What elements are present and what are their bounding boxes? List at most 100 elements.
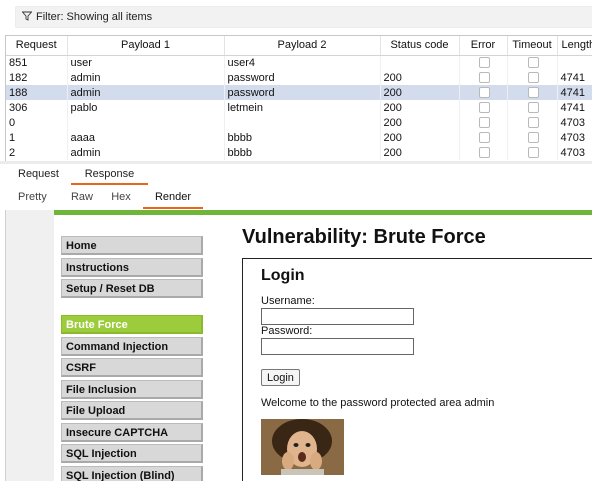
- filter-box[interactable]: Filter: Showing all items: [15, 6, 592, 28]
- cell-payload1: admin: [67, 70, 225, 85]
- menu-item-csrf[interactable]: CSRF: [61, 358, 203, 377]
- error-checkbox[interactable]: [479, 72, 490, 84]
- menu-item-home[interactable]: Home: [61, 236, 203, 255]
- cell-status: 200: [380, 145, 460, 160]
- column-header-timeout[interactable]: Timeout: [507, 36, 558, 56]
- timeout-checkbox[interactable]: [528, 72, 539, 84]
- tab-pretty[interactable]: Pretty: [18, 188, 52, 209]
- table-row[interactable]: 0 200 4703: [6, 115, 592, 130]
- timeout-checkbox[interactable]: [528, 102, 539, 114]
- timeout-checkbox[interactable]: [528, 87, 539, 99]
- cell-payload2: letmein: [224, 100, 381, 115]
- dvwa-header-bar: [54, 210, 592, 215]
- cell-payload2: password: [224, 70, 381, 85]
- cell-payload1: admin: [67, 85, 225, 100]
- user-avatar-image: [261, 419, 344, 475]
- cell-length: 4703: [557, 115, 592, 130]
- cell-payload2: bbbb: [224, 130, 381, 145]
- column-header-length[interactable]: Length: [557, 36, 592, 56]
- login-button[interactable]: Login: [261, 369, 300, 386]
- menu-item-file-upload[interactable]: File Upload: [61, 401, 203, 420]
- page-title: Vulnerability: Brute Force: [242, 226, 486, 248]
- welcome-message: Welcome to the password protected area a…: [261, 397, 495, 409]
- column-header-request[interactable]: Request: [6, 36, 68, 56]
- cell-payload1: admin: [67, 145, 225, 160]
- cell-payload2: [224, 115, 381, 130]
- cell-request: 0: [6, 115, 68, 130]
- password-label: Password:: [261, 325, 313, 337]
- menu-item-setup[interactable]: Setup / Reset DB: [61, 279, 203, 298]
- cell-payload1: aaaa: [67, 130, 225, 145]
- menu-item-command-injection[interactable]: Command Injection: [61, 337, 203, 356]
- cell-length: 4703: [557, 130, 592, 145]
- error-checkbox[interactable]: [479, 132, 490, 144]
- error-checkbox[interactable]: [479, 87, 490, 99]
- cell-request: 2: [6, 145, 68, 160]
- column-header-payload1[interactable]: Payload 1: [67, 36, 225, 56]
- column-header-error[interactable]: Error: [459, 36, 508, 56]
- timeout-checkbox[interactable]: [528, 147, 539, 159]
- timeout-checkbox[interactable]: [528, 117, 539, 129]
- menu-item-sql-injection[interactable]: SQL Injection: [61, 444, 203, 463]
- cell-request: 306: [6, 100, 68, 115]
- cell-length: 4741: [557, 85, 592, 100]
- cell-status: 200: [380, 115, 460, 130]
- tab-response[interactable]: Response: [71, 165, 148, 185]
- tab-raw[interactable]: Raw: [67, 188, 97, 209]
- table-row[interactable]: 182 admin password 200 4741: [6, 70, 592, 85]
- timeout-checkbox[interactable]: [528, 132, 539, 144]
- cell-payload2: bbbb: [224, 145, 381, 160]
- error-checkbox[interactable]: [479, 57, 490, 69]
- column-header-payload2[interactable]: Payload 2: [224, 36, 381, 56]
- pane-divider[interactable]: [0, 161, 592, 164]
- message-tabs: Request Response: [0, 165, 592, 185]
- error-checkbox[interactable]: [479, 147, 490, 159]
- cell-status: 200: [380, 100, 460, 115]
- tab-request[interactable]: Request: [18, 165, 62, 185]
- cell-length: 4741: [557, 100, 592, 115]
- table-row-selected[interactable]: 188 admin password 200 4741: [6, 85, 592, 100]
- menu-item-sql-injection-blind[interactable]: SQL Injection (Blind): [61, 466, 203, 481]
- menu-item-instructions[interactable]: Instructions: [61, 258, 203, 277]
- error-checkbox[interactable]: [479, 102, 490, 114]
- cell-status: 200: [380, 70, 460, 85]
- login-form-box: Login Username: Password: Login Welcome …: [242, 258, 592, 481]
- cell-status: 200: [380, 130, 460, 145]
- filter-bar: Filter: Showing all items: [0, 0, 592, 35]
- menu-item-insecure-captcha[interactable]: Insecure CAPTCHA: [61, 423, 203, 442]
- table-row[interactable]: 2 admin bbbb 200 4703: [6, 145, 592, 160]
- username-label: Username:: [261, 295, 315, 307]
- cell-length: 4741: [557, 70, 592, 85]
- cell-request: 188: [6, 85, 68, 100]
- table-header-row: Request Payload 1 Payload 2 Status code …: [6, 36, 592, 56]
- tab-hex[interactable]: Hex: [109, 188, 133, 209]
- cell-payload2: password: [224, 85, 381, 100]
- cell-length: [557, 55, 592, 70]
- cell-request: 182: [6, 70, 68, 85]
- cell-request: 1: [6, 130, 68, 145]
- view-tabs: Pretty Raw Hex Render: [0, 188, 592, 209]
- tab-render[interactable]: Render: [143, 188, 203, 209]
- password-field[interactable]: [261, 338, 414, 355]
- cell-status: 200: [380, 85, 460, 100]
- menu-item-brute-force[interactable]: Brute Force: [61, 315, 203, 334]
- cell-payload1: user: [67, 55, 225, 70]
- cell-status: [380, 55, 460, 70]
- cell-length: 4703: [557, 145, 592, 160]
- timeout-checkbox[interactable]: [528, 57, 539, 69]
- results-table: Request Payload 1 Payload 2 Status code …: [5, 35, 592, 161]
- menu-item-file-inclusion[interactable]: File Inclusion: [61, 380, 203, 399]
- column-header-status[interactable]: Status code: [380, 36, 460, 56]
- filter-text: Filter: Showing all items: [36, 11, 153, 23]
- cell-payload1: [67, 115, 225, 130]
- cell-payload1: pablo: [67, 100, 225, 115]
- error-checkbox[interactable]: [479, 117, 490, 129]
- table-row[interactable]: 1 aaaa bbbb 200 4703: [6, 130, 592, 145]
- cell-payload2: user4: [224, 55, 381, 70]
- cell-request: 851: [6, 55, 68, 70]
- username-field[interactable]: [261, 308, 414, 325]
- login-heading: Login: [261, 267, 305, 284]
- table-row[interactable]: 306 pablo letmein 200 4741: [6, 100, 592, 115]
- funnel-icon: [21, 11, 36, 24]
- table-row[interactable]: 851 user user4: [6, 55, 592, 70]
